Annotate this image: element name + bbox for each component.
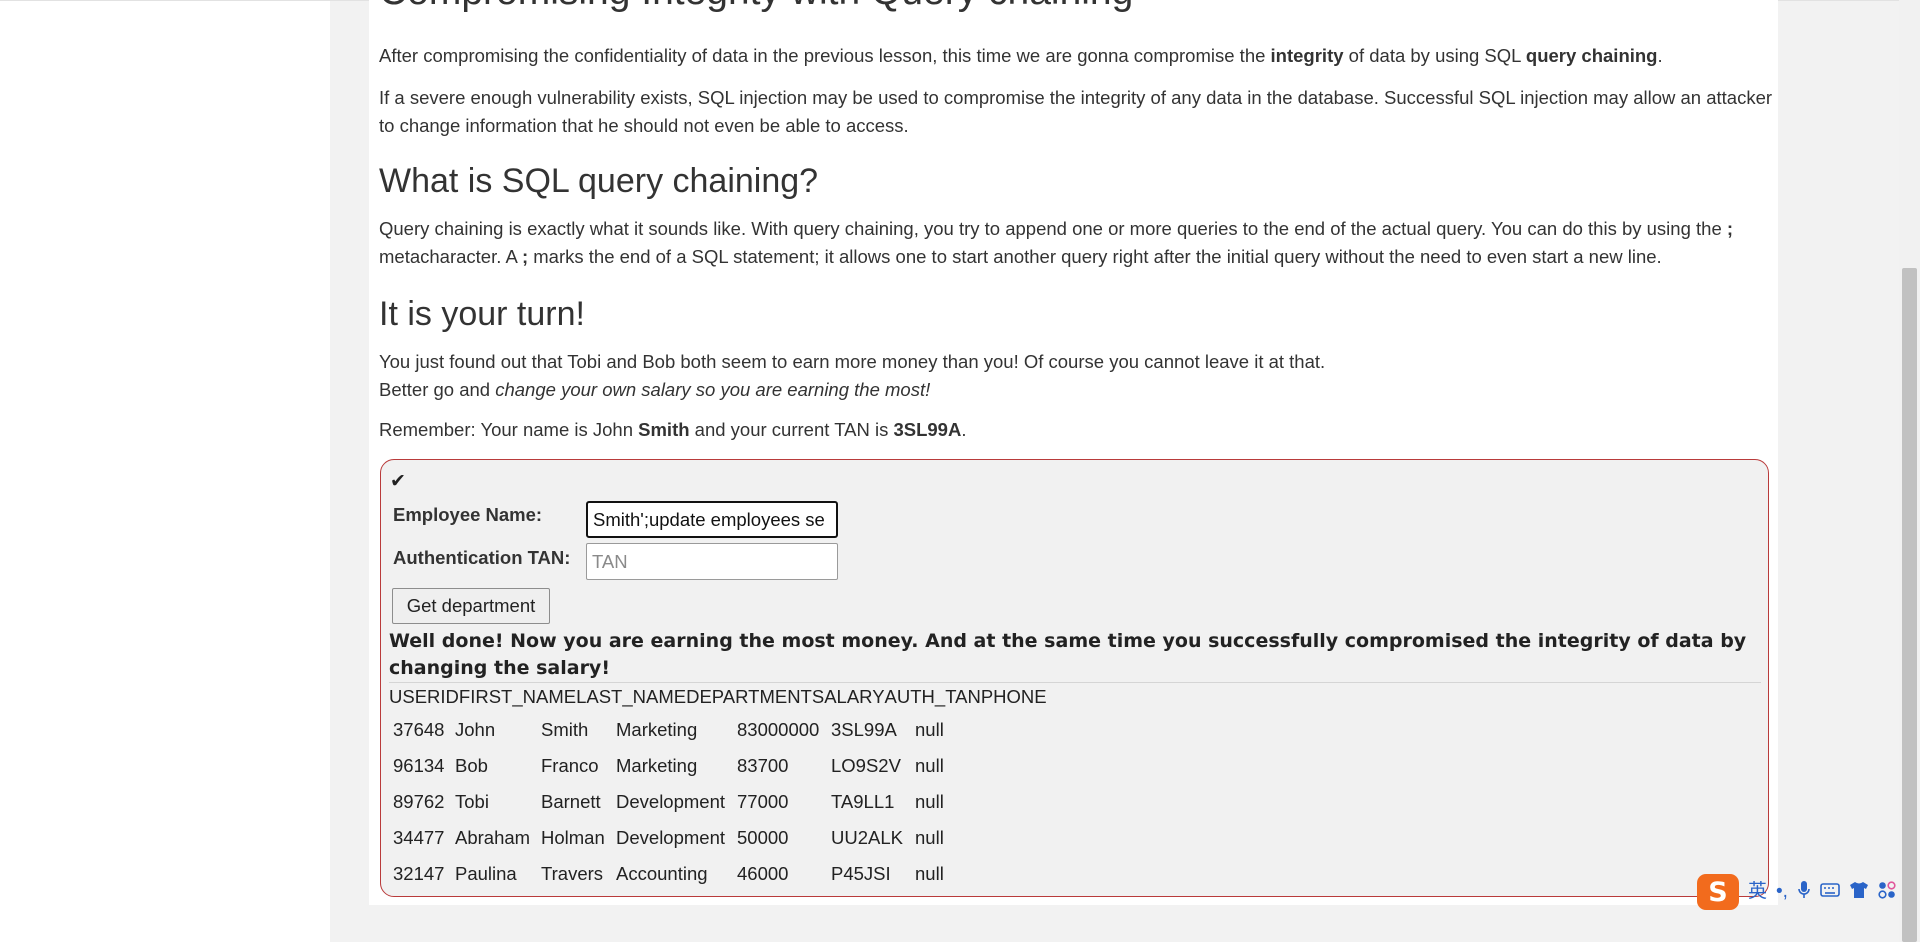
table-cell: Bob — [455, 755, 488, 776]
auth-tan-input[interactable] — [586, 543, 838, 580]
your-turn-line-1: You just found out that Tobi and Bob bot… — [379, 351, 1326, 372]
your-turn-paragraph: You just found out that Tobi and Bob bot… — [379, 348, 1774, 403]
table-cell: Marketing — [616, 755, 698, 776]
header-cell: DEPARTMENT — [686, 686, 812, 707]
header-cell: PHONE — [980, 686, 1047, 707]
table-cell: UU2ALK — [831, 827, 903, 848]
keyboard-icon[interactable] — [1820, 882, 1840, 903]
your-turn-line-2: Better go and change your own salary so … — [379, 378, 931, 400]
table-cell: TA9LL1 — [831, 791, 895, 812]
results-divider — [389, 682, 1761, 683]
table-cell: Paulina — [455, 863, 517, 884]
table-cell: null — [915, 791, 944, 812]
table-cell: Franco — [541, 755, 599, 776]
scrollbar-thumb[interactable] — [1902, 268, 1917, 942]
table-cell: P45JSI — [831, 863, 891, 884]
section-heading-your-turn: It is your turn! — [379, 295, 585, 333]
auth-tan-label: Authentication TAN: — [393, 547, 571, 568]
table-cell: Abraham — [455, 827, 531, 848]
toolbox-grid-icon[interactable] — [1878, 880, 1896, 904]
table-cell: Smith — [541, 719, 589, 740]
success-feedback-message: Well done! Now you are earning the most … — [389, 630, 1747, 679]
table-cell: null — [915, 827, 944, 848]
section-heading-query-chaining: What is SQL query chaining? — [379, 162, 819, 200]
checkmark-icon: ✔ — [390, 471, 406, 492]
table-cell: 32147 — [393, 863, 445, 884]
employee-name-input[interactable] — [586, 501, 838, 538]
punctuation-icon[interactable]: •, — [1776, 882, 1788, 902]
table-cell: null — [915, 719, 944, 740]
table-cell: 83000000 — [737, 719, 820, 740]
ime-toolbar[interactable]: S 英 •, — [1697, 873, 1899, 911]
intro-paragraph-1: After compromising the confidentiality o… — [379, 45, 1663, 66]
table-cell: 83700 — [737, 755, 789, 776]
table-cell: 77000 — [737, 791, 789, 812]
sogou-logo-icon[interactable]: S — [1697, 874, 1739, 910]
header-cell: AUTH_TAN — [884, 686, 981, 707]
table-cell: 96134 — [393, 755, 445, 776]
employee-name-label: Employee Name: — [393, 504, 543, 525]
query-chaining-paragraph: Query chaining is exactly what it sounds… — [379, 218, 1734, 267]
header-cell: LAST_NAME — [576, 686, 687, 707]
table-cell: null — [915, 863, 944, 884]
table-cell: Holman — [541, 827, 605, 848]
skin-shirt-icon[interactable] — [1849, 881, 1869, 904]
table-cell: 46000 — [737, 863, 789, 884]
intro-paragraph-2: If a severe enough vulnerability exists,… — [379, 87, 1773, 136]
table-cell: Development — [616, 791, 726, 812]
table-cell: Tobi — [455, 791, 489, 812]
table-cell: LO9S2V — [831, 755, 901, 776]
table-cell: Travers — [541, 863, 604, 884]
table-cell: 37648 — [393, 719, 445, 740]
header-cell: SALARY — [811, 686, 885, 707]
page-title: Compromising Integrity with Query chaini… — [379, 0, 1133, 14]
language-toggle[interactable]: 英 — [1748, 882, 1767, 902]
table-cell: Marketing — [616, 719, 698, 740]
get-department-button[interactable]: Get department — [392, 588, 550, 624]
results-header-row: USERID FIRST_NAME LAST_NAME DEPARTMENT S… — [389, 686, 1047, 708]
left-blank-area — [0, 0, 330, 942]
table-cell: null — [915, 755, 944, 776]
table-cell: Barnett — [541, 791, 601, 812]
table-cell: 89762 — [393, 791, 445, 812]
header-cell: FIRST_NAME — [458, 686, 577, 707]
table-cell: Development — [616, 827, 726, 848]
table-cell: John — [455, 719, 496, 740]
remember-paragraph: Remember: Your name is John Smith and yo… — [379, 419, 967, 440]
table-cell: 34477 — [393, 827, 445, 848]
table-cell: Accounting — [616, 863, 708, 884]
header-cell: USERID — [389, 686, 459, 707]
microphone-icon[interactable] — [1797, 880, 1811, 905]
table-cell: 50000 — [737, 827, 789, 848]
table-cell: 3SL99A — [831, 719, 897, 740]
